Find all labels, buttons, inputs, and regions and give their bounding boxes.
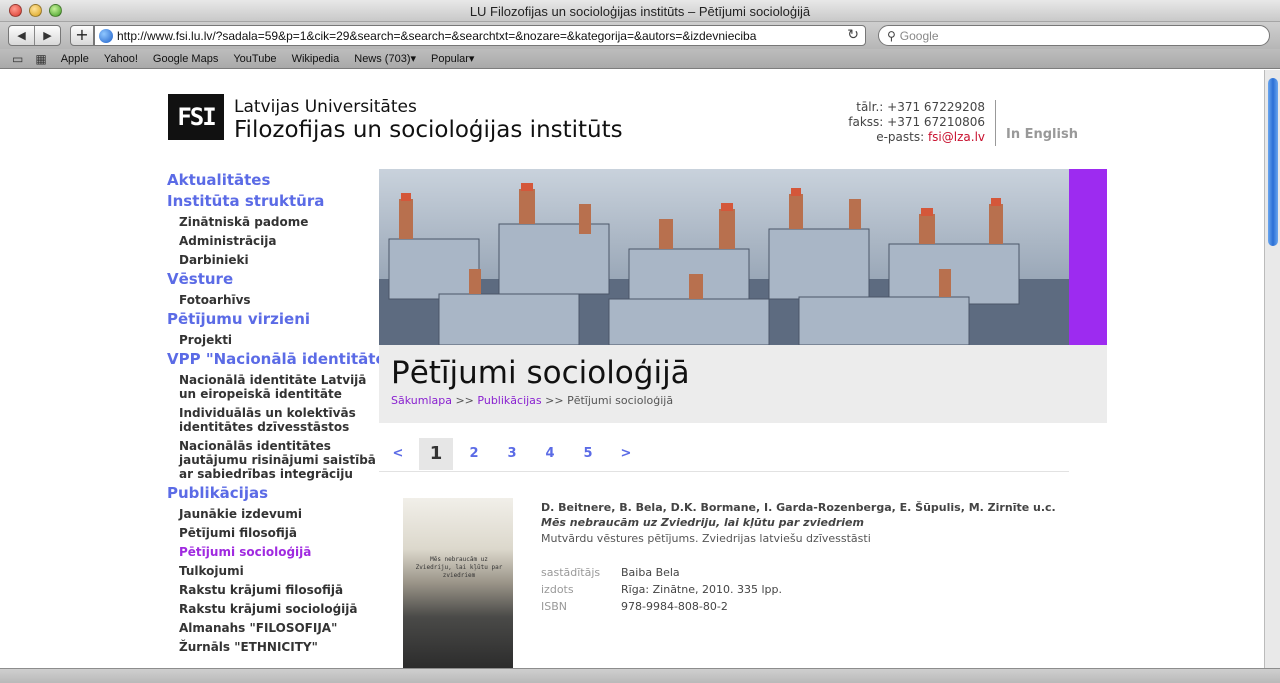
nav-nac-identitate[interactable]: Nacionālā identitāte Latvijā un eiropeis… [179,370,382,403]
browser-toolbar: ◀ ▶ + http://www.fsi.lu.lv/?sadala=59&p=… [0,22,1280,49]
scrollbar-thumb[interactable] [1268,78,1278,246]
pager-page-1: 1 [419,437,453,470]
breadcrumb-publikacijas[interactable]: Publikācijas [477,394,541,407]
breadcrumb-sep: >> [455,394,474,407]
pager-next[interactable]: > [607,446,645,461]
bookmark-youtube[interactable]: YouTube [233,53,276,65]
banner-accent [1069,169,1107,345]
breadcrumb-current: Pētījumi socioloģijā [567,394,674,407]
status-bar [0,668,1280,683]
nav-administracija[interactable]: Administrācija [179,231,382,250]
nav-identitates-dzivesstastos[interactable]: Individuālās un kolektīvās identitātes d… [179,403,382,436]
meta-label: izdots [541,583,574,596]
meta-value: Rīga: Zinātne, 2010. 335 lpp. [621,583,782,596]
meta-label: sastādītājs [541,566,601,579]
nav-virzieni[interactable]: Pētījumu virzieni [167,309,382,330]
meta-value: 978-9984-808-80-2 [621,600,728,613]
university-name: Latvijas Universitātes [234,97,417,117]
bookmarks-bar: ▭ ▦ Apple Yahoo! Google Maps YouTube Wik… [0,49,1280,69]
nav-tulkojumi[interactable]: Tulkojumi [179,561,382,580]
nav-darbinieki[interactable]: Darbinieki [179,250,382,269]
breadcrumb-home[interactable]: Sākumlapa [391,394,452,407]
bookmark-yahoo[interactable]: Yahoo! [104,53,138,65]
nav-publikacijas[interactable]: Publikācijas [167,483,382,504]
forward-button[interactable]: ▶ [35,26,60,45]
pager-page-3[interactable]: 3 [493,446,531,461]
meta-row: ISBN 978-9984-808-80-2 [541,598,1081,615]
nav-krajumi-sociologija[interactable]: Rakstu krājumi socioloģijā [179,599,382,618]
bookmarks-icons: ▭ ▦ [12,52,47,66]
reload-icon[interactable]: ↻ [847,27,859,43]
publication-subtitle: Mutvārdu vēstures pētījums. Zviedrijas l… [541,532,871,545]
page-title: Pētījumi socioloģijā [391,355,690,391]
bookmark-apple[interactable]: Apple [61,53,89,65]
nav-sociologija[interactable]: Pētījumi socioloģijā [179,542,382,561]
bookmark-wikipedia[interactable]: Wikipedia [292,53,340,65]
fsi-logo[interactable]: FSI [168,94,224,140]
search-icon: ⚲ [887,28,896,43]
rooftops-banner-image [379,169,1069,345]
nav-integracija[interactable]: Nacionālās identitātes jautājumu risināj… [179,436,382,483]
publication-entry: D. Beitnere, B. Bela, D.K. Bormane, I. G… [541,500,1081,615]
breadcrumb: Sākumlapa >> Publikācijas >> Pētījumi so… [391,394,673,407]
institute-name: Filozofijas un socioloģijas institūts [234,117,623,143]
publication-authors: D. Beitnere, B. Bela, D.K. Bormane, I. G… [541,501,1056,514]
back-button[interactable]: ◀ [9,26,35,45]
bookmark-google-maps[interactable]: Google Maps [153,53,218,65]
nav-zurnals[interactable]: Žurnāls "ETHNICITY" [179,637,382,656]
publication-title[interactable]: Mēs nebraucām uz Zviedriju, lai kļūtu pa… [541,515,1081,531]
address-bar[interactable]: http://www.fsi.lu.lv/?sadala=59&p=1&cik=… [94,25,866,46]
pager-page-5[interactable]: 5 [569,446,607,461]
nav-krajumi-filosofija[interactable]: Rakstu krājumi filosofijā [179,580,382,599]
nav-struktura[interactable]: Institūta struktūra [167,191,382,212]
nav-fotoarhivs[interactable]: Fotoarhīvs [179,290,382,309]
grid-icon[interactable]: ▦ [35,52,46,66]
bookmark-popular[interactable]: Popular▾ [431,52,474,65]
bookmark-news[interactable]: News (703)▾ [354,52,416,65]
nav-projekti[interactable]: Projekti [179,330,382,349]
sidebar-nav: Aktualitātes Institūta struktūra Zinātni… [167,170,393,656]
pager-page-2[interactable]: 2 [455,446,493,461]
meta-row: izdots Rīga: Zinātne, 2010. 335 lpp. [541,581,1081,598]
email-link[interactable]: fsi@lza.lv [928,130,985,144]
window-title: LU Filozofijas un socioloģijas institūts… [469,4,811,19]
nav-aktualitates[interactable]: Aktualitātes [167,170,382,191]
nav-jaunakie[interactable]: Jaunākie izdevumi [179,504,382,523]
phone-text: tālr.: +371 67229208 [856,100,985,114]
email-line: e-pasts: fsi@lza.lv [848,130,985,145]
history-buttons: ◀ ▶ [8,25,61,46]
nav-vesture[interactable]: Vēsture [167,269,382,290]
contact-info: tālr.: +371 67229208 fakss: +371 6721080… [848,100,985,145]
vertical-scrollbar[interactable] [1264,70,1280,668]
globe-icon [99,28,113,43]
meta-row: sastādītājs Baiba Bela [541,564,1081,581]
header-divider [995,100,996,146]
meta-label: ISBN [541,600,568,613]
book-cover[interactable]: Mēs nebraucām uz Zviedriju, lai kļūtu pa… [403,498,513,668]
meta-value: Baiba Bela [621,566,680,579]
cover-title: Mēs nebraucām uz Zviedriju, lai kļūtu pa… [415,556,503,579]
nav-almanahs[interactable]: Almanahs "FILOSOFIJA" [179,618,382,637]
breadcrumb-sep: >> [545,394,564,407]
publication-meta: sastādītājs Baiba Bela izdots Rīga: Zinātn… [541,564,1081,615]
book-icon[interactable]: ▭ [12,52,23,66]
pagination: < 1 2 3 4 5 > [379,436,1069,472]
address-text[interactable]: http://www.fsi.lu.lv/?sadala=59&p=1&cik=… [117,29,857,43]
english-link[interactable]: In English [1006,127,1078,142]
web-page: FSI Latvijas Universitātes Filozofijas u… [0,70,1264,668]
add-bookmark-button[interactable]: + [70,25,94,46]
search-field[interactable]: ⚲ Google [878,25,1270,46]
email-label: e-pasts: [876,130,925,144]
fax-text: fakss: +371 67210806 [848,115,985,129]
window-titlebar: LU Filozofijas un socioloģijas institūts… [0,0,1280,22]
search-placeholder: Google [899,28,939,43]
nav-filosofija[interactable]: Pētījumi filosofijā [179,523,382,542]
pager-page-4[interactable]: 4 [531,446,569,461]
nav-vpp[interactable]: VPP "Nacionālā identitāte" [167,349,393,370]
title-box: Pētījumi socioloģijā Sākumlapa >> Publik… [379,345,1107,423]
pager-prev[interactable]: < [379,446,417,461]
nav-padome[interactable]: Zinātniskā padome [179,212,382,231]
